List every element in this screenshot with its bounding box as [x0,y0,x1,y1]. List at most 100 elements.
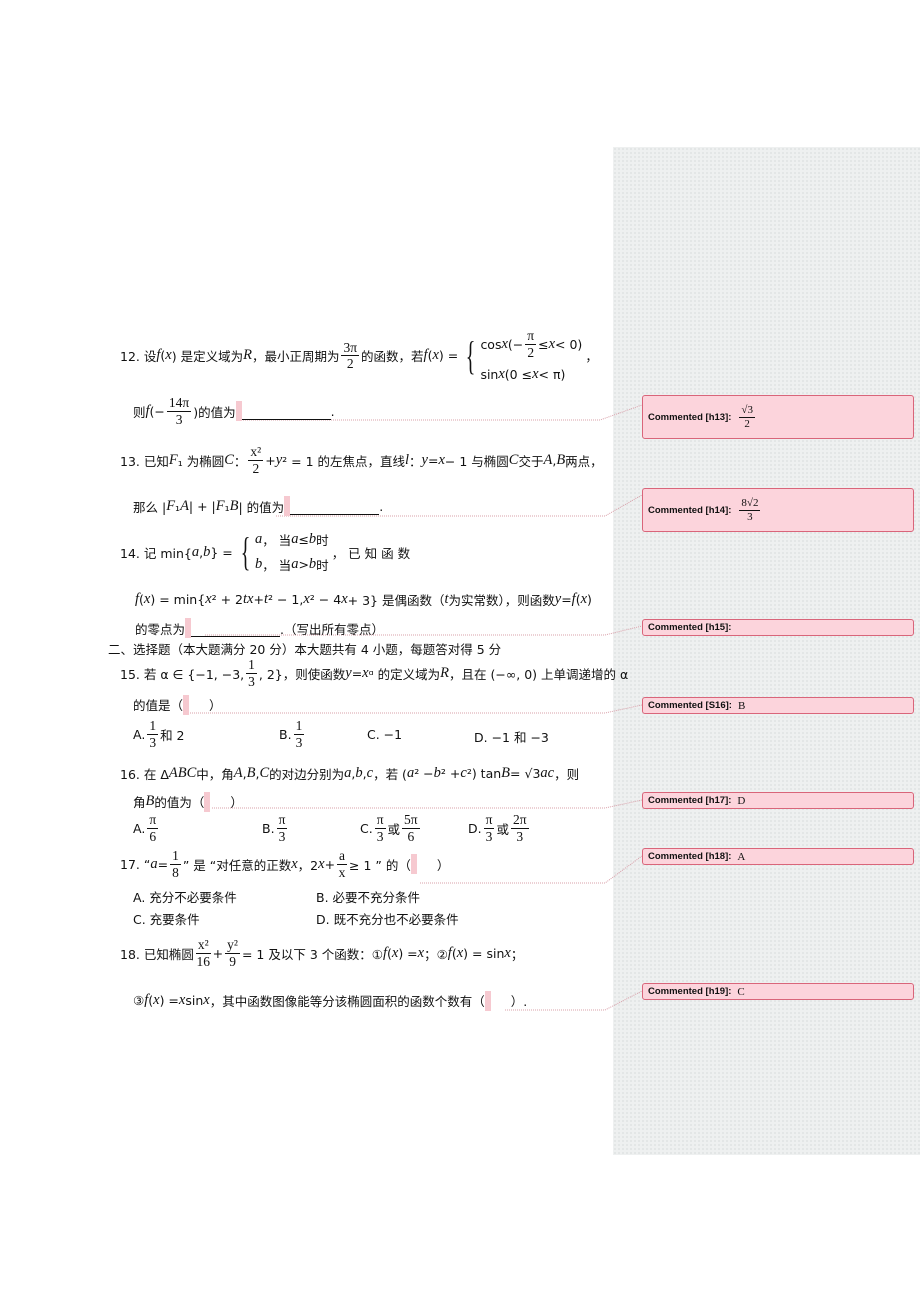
text-run: − 1 与椭圆 [444,453,509,469]
text-run: .（写出所有零点） [280,622,384,637]
piecewise-definition: {cos x (− π 2 ≤ x < 0) sin x (0 ≤ x < π) [461,328,582,383]
section-2-heading: 二、选择题（本大题满分 20 分）本大题共有 4 小题，每题答对得 5 分 [108,639,501,658]
text-run: 交于 [518,453,544,469]
numerator: 8√2 [739,496,761,511]
text-run: ，最小正周期为 [251,349,340,365]
answer-blank[interactable] [284,496,380,516]
answer-blank[interactable] [410,854,437,875]
comment-h15[interactable]: Commented [h15]: [642,619,914,636]
comment-s16[interactable]: Commented [S16]: B [642,697,914,714]
text-run: ² + [440,766,461,781]
numerator: π [374,812,386,829]
text-run: + [265,452,276,468]
fraction: 13 [147,718,159,750]
math-symbol: R [440,664,450,681]
question-13-line-2: 那么 | F₁A | + | F₁B | 的值为. [133,496,384,516]
text-run: | + | [188,499,216,514]
text-run: < 0) [555,336,583,352]
text-run: 或 [496,821,509,837]
numerator: 1 [147,718,159,735]
case-row: b， 当a > b时 [255,555,329,574]
comment-label: Commented [h14]: [648,504,732,516]
question-14-line-2: f(x) = min{x ² + 2 tx + t² − 1, x² − 4x + … [135,590,592,609]
text-run: | 的值为 [238,500,285,515]
numerator: √3 [739,403,755,418]
comment-label: Commented [h19]: [648,986,732,997]
answer-blank[interactable] [484,990,511,1011]
math-symbol: A [180,498,189,514]
text-run: 18. 已知椭圆 [120,946,194,962]
numerator: π [483,812,495,829]
question-14-line-3: 的零点为 .（写出所有零点） [135,618,384,638]
question-17-option-a: A. 充分不必要条件 [133,887,237,906]
text-run: ) = [438,348,459,364]
fraction: π3 [374,812,386,844]
comment-answer: D [737,794,746,807]
math-symbol: F [168,451,178,468]
text-run: 时 [316,558,329,573]
text-run: 二、选择题（本大题满分 20 分）本大题共有 4 小题，每题答对得 5 分 [108,642,502,657]
piecewise-definition: {a， 当a ≤ b 时 b， 当a > b时 [236,530,329,574]
denominator: 2 [744,417,750,430]
case-row: a， 当a ≤ b时 [255,530,329,549]
text-run: = √3 [510,766,541,781]
numerator: 2π [510,812,529,829]
text-run: ，则 [554,767,580,782]
text-run: ③ [133,993,145,1008]
fraction: π2 [525,328,537,360]
text-run: ²) tan [466,766,502,781]
comment-h14[interactable]: Commented [h14]: 8√2 3 [642,488,914,532]
answer-blank[interactable] [235,400,331,421]
question-13-line-1: 13. 已知 F₁ 为椭圆 C ： x² 2 + y² = 1 的左焦点，直线 l… [120,444,603,476]
answer-blank[interactable] [204,791,230,812]
text-run: ) = [398,945,418,961]
text-run: 14. 记 min{ [120,545,192,561]
text-run: ) = sin [463,945,505,961]
text-run: ) = [159,993,179,1008]
comment-h17[interactable]: Commented [h17]: D [642,792,914,809]
math-symbol: B [501,765,511,781]
text-run: ） [209,698,222,713]
numerator: 5π [402,812,420,829]
comment-h19[interactable]: Commented [h19]: C [642,983,914,1000]
denominator: 2 [527,344,535,360]
text-run: 的零点为 [135,622,186,637]
comment-answer: 8√2 3 [739,496,761,523]
text-run: > [298,557,309,572]
case-rows: a， 当a ≤ b 时 b， 当a > b时 [255,530,329,574]
comment-answer: B [737,699,746,712]
text-run: } = [210,544,233,560]
question-18-line-2: ③ f(x) = x sin x ，其中函数图像能等分该椭圆面积的函数个数有（）. [133,990,527,1011]
math-symbol: a [344,765,352,781]
denominator: 3 [295,734,303,750]
question-12-line-2: 则 f (− 14π 3)的值为. [133,395,335,427]
math-symbol: ac [540,765,555,781]
denominator: 3 [175,411,183,427]
denominator: 3 [278,828,286,844]
comment-h13[interactable]: Commented [h13]: √3 2 [642,395,914,439]
text-run: 的对边分别为 [269,767,345,782]
brace: { [240,529,251,574]
text-run: C. −1 [367,727,403,742]
numerator: 3π [341,339,360,357]
text-run: = [157,856,169,872]
connector-h18 [420,855,643,884]
text-run: ) = min{ [150,592,206,607]
text-run: . [379,499,384,514]
numerator: π [147,812,159,829]
answer-blank[interactable] [183,694,209,715]
text-run: 16. 在 Δ [120,767,169,782]
math-symbol: F [215,498,225,514]
answer-blank[interactable] [185,618,281,638]
connector-s16 [190,704,643,714]
question-15-option-c: C. −1 [367,727,402,742]
text-run: ） [230,795,243,810]
comment-label: Commented [h17]: [648,795,732,806]
text-run: 或 [387,821,401,837]
comment-h18[interactable]: Commented [h18]: A [642,848,914,865]
denominator: 6 [149,828,157,844]
comments-pane [613,147,920,1155]
text-run: . [330,403,335,419]
text-run: ₁ 为椭圆 [177,453,225,469]
comment-answer: C [737,985,745,998]
